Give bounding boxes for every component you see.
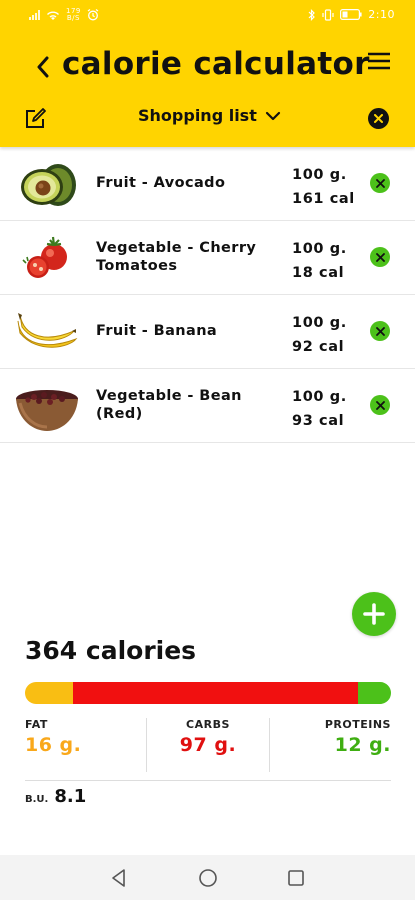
list-toolbar: Shopping list bbox=[0, 98, 415, 144]
food-name: Fruit - Avocado bbox=[96, 175, 226, 191]
food-row-banana[interactable]: Fruit - Banana 100 g. 92 cal bbox=[0, 295, 415, 369]
add-food-button[interactable] bbox=[352, 592, 396, 636]
title-bar: calorie calculator bbox=[0, 38, 415, 96]
menu-button[interactable] bbox=[367, 52, 391, 74]
square-recents-icon bbox=[288, 870, 304, 886]
food-row-red-bean[interactable]: Vegetable - Bean (Red) 100 g. 93 cal bbox=[0, 369, 415, 443]
food-list: Fruit - Avocado 100 g. 161 cal Vegetable… bbox=[0, 147, 415, 443]
remove-food-button[interactable] bbox=[370, 247, 390, 267]
food-weight: 100 g. bbox=[292, 389, 347, 405]
nav-recents-button[interactable] bbox=[285, 867, 307, 889]
bu-label: B.U. bbox=[25, 794, 49, 805]
tomato-image bbox=[14, 229, 80, 287]
fat-label: FAT bbox=[25, 718, 48, 731]
food-calories: 161 cal bbox=[292, 191, 355, 207]
food-amount: 100 g. 161 cal bbox=[292, 163, 355, 211]
food-name: Vegetable - Cherry Tomatoes bbox=[96, 240, 257, 274]
bluetooth-icon bbox=[308, 8, 316, 21]
protein-bar-segment bbox=[358, 682, 391, 704]
page-title: calorie calculator bbox=[62, 46, 370, 82]
signal-icon bbox=[28, 9, 40, 21]
food-amount: 100 g. 93 cal bbox=[292, 385, 347, 433]
app-header: 179 B/S 2:10 calorie calculator Shopping… bbox=[0, 0, 415, 147]
carbs-value: 97 g. bbox=[179, 734, 237, 756]
remove-food-button[interactable] bbox=[370, 395, 390, 415]
macro-distribution-bar bbox=[25, 682, 391, 704]
nav-home-button[interactable] bbox=[197, 867, 219, 889]
bu-value: 8.1 bbox=[54, 786, 87, 807]
close-icon bbox=[375, 178, 385, 188]
triangle-back-icon bbox=[112, 869, 125, 887]
food-name: Fruit - Banana bbox=[96, 323, 218, 339]
beans-image bbox=[14, 377, 80, 435]
close-icon bbox=[375, 400, 385, 410]
bread-units: B.U. 8.1 bbox=[25, 786, 86, 807]
proteins-summary: PROTEINS 12 g. bbox=[268, 718, 391, 772]
total-calories: 364 calories bbox=[25, 636, 197, 665]
system-navigation-bar bbox=[0, 855, 415, 900]
close-icon bbox=[374, 114, 383, 123]
status-time: 2:10 bbox=[368, 8, 395, 21]
edit-icon bbox=[26, 108, 46, 128]
carbs-label: CARBS bbox=[186, 718, 230, 731]
remove-food-button[interactable] bbox=[370, 321, 390, 341]
fat-bar-segment bbox=[25, 682, 73, 704]
proteins-label: PROTEINS bbox=[324, 718, 391, 731]
fat-summary: FAT 16 g. bbox=[25, 718, 146, 772]
battery-icon bbox=[340, 9, 362, 20]
plus-icon bbox=[363, 603, 385, 625]
hamburger-menu-icon bbox=[368, 52, 390, 70]
banana-image bbox=[14, 303, 80, 361]
food-calories: 18 cal bbox=[292, 265, 345, 281]
macros-summary: FAT 16 g. CARBS 97 g. PROTEINS 12 g. bbox=[25, 718, 391, 772]
carbs-summary: CARBS 97 g. bbox=[146, 718, 268, 772]
food-amount: 100 g. 92 cal bbox=[292, 311, 347, 359]
close-icon bbox=[375, 252, 385, 262]
divider bbox=[25, 780, 391, 781]
food-calories: 92 cal bbox=[292, 339, 345, 355]
back-button[interactable] bbox=[32, 52, 54, 82]
wifi-icon bbox=[46, 10, 60, 21]
list-selector-label: Shopping list bbox=[138, 106, 257, 125]
food-weight: 100 g. bbox=[292, 315, 347, 331]
proteins-value: 12 g. bbox=[334, 734, 391, 756]
remove-food-button[interactable] bbox=[370, 173, 390, 193]
food-amount: 100 g. 18 cal bbox=[292, 237, 347, 285]
avocado-image bbox=[14, 155, 80, 213]
food-weight: 100 g. bbox=[292, 241, 347, 257]
data-rate-unit: B/S bbox=[66, 14, 80, 22]
fat-value: 16 g. bbox=[25, 734, 82, 756]
nav-back-button[interactable] bbox=[108, 867, 130, 889]
food-row-avocado[interactable]: Fruit - Avocado 100 g. 161 cal bbox=[0, 147, 415, 221]
edit-button[interactable] bbox=[24, 108, 46, 130]
food-name: Vegetable - Bean (Red) bbox=[96, 388, 242, 422]
close-icon bbox=[375, 326, 385, 336]
circle-home-icon bbox=[199, 869, 217, 887]
chevron-down-icon bbox=[265, 111, 280, 120]
status-bar: 179 B/S 2:10 bbox=[0, 0, 415, 32]
vibrate-icon bbox=[322, 8, 334, 21]
alarm-icon bbox=[87, 9, 99, 21]
food-calories: 93 cal bbox=[292, 413, 345, 429]
list-selector[interactable]: Shopping list bbox=[138, 106, 281, 125]
food-row-cherry-tomatoes[interactable]: Vegetable - Cherry Tomatoes 100 g. 18 ca… bbox=[0, 221, 415, 295]
clear-list-button[interactable] bbox=[368, 108, 389, 129]
chevron-left-icon bbox=[37, 56, 49, 78]
food-weight: 100 g. bbox=[292, 167, 347, 183]
carbs-bar-segment bbox=[72, 682, 359, 704]
